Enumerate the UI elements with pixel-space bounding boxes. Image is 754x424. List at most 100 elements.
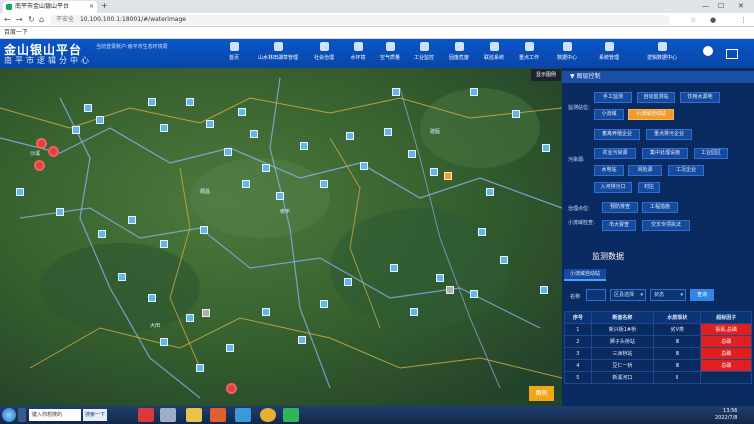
station-marker[interactable] (392, 88, 400, 96)
station-marker[interactable] (242, 180, 250, 188)
station-marker[interactable] (346, 132, 354, 140)
folder-app-icon[interactable] (186, 408, 202, 422)
station-marker[interactable] (250, 130, 258, 138)
highlight-station-marker[interactable] (444, 172, 452, 180)
chrome-app-icon[interactable] (260, 408, 276, 422)
chip-livestock[interactable]: 畜禽养殖企业 (594, 129, 640, 140)
browser-menu-icon[interactable]: ⋮ (740, 15, 747, 25)
chip-village[interactable]: 村庄 (638, 182, 660, 193)
station-marker[interactable] (238, 108, 246, 116)
new-tab-button[interactable]: + (101, 1, 108, 11)
nav-ecology[interactable]: 山水林田湖草管理 (256, 42, 300, 66)
home-icon[interactable]: ⌂ (39, 14, 44, 26)
station-marker[interactable] (298, 336, 306, 344)
chip-operating-enterprise[interactable]: 工况企业 (668, 165, 704, 176)
alert-cluster-marker[interactable] (48, 146, 59, 157)
profile-icon[interactable]: ● (710, 15, 716, 25)
chip-engineering[interactable]: 工程措施 (642, 202, 678, 213)
station-marker[interactable] (56, 208, 64, 216)
station-marker[interactable] (206, 120, 214, 128)
station-marker[interactable] (360, 162, 368, 170)
wechat-app-icon[interactable] (283, 408, 299, 422)
chip-key-polluter[interactable]: 重点排污企业 (646, 129, 692, 140)
back-icon[interactable]: ← (4, 14, 11, 26)
alert-cluster-marker[interactable] (36, 138, 47, 149)
task-view-icon[interactable] (18, 408, 26, 422)
station-marker[interactable] (320, 300, 328, 308)
file-app-icon[interactable] (160, 408, 176, 422)
url-input[interactable]: 不安全 10.100.100.1:18001/#/waterimage (50, 15, 670, 25)
station-marker[interactable] (160, 124, 168, 132)
station-marker[interactable] (540, 286, 548, 294)
ie-app-icon[interactable] (235, 408, 251, 422)
alert-cluster-marker[interactable] (34, 160, 45, 171)
chip-manual-monitoring[interactable]: 手工监测 (594, 92, 632, 103)
chip-small-basin[interactable]: 小流域 (594, 109, 624, 120)
station-marker[interactable] (84, 104, 92, 112)
bookmark-star-icon[interactable]: ☆ (690, 15, 696, 25)
station-marker[interactable] (196, 364, 204, 372)
chip-hydropower[interactable]: 水电站 (594, 165, 624, 176)
close-tab-icon[interactable]: ✕ (89, 1, 94, 13)
station-marker[interactable] (16, 188, 24, 196)
station-marker[interactable] (128, 216, 136, 224)
window-close-icon[interactable]: ✕ (738, 0, 744, 12)
start-button[interactable] (2, 408, 16, 422)
station-marker[interactable] (542, 144, 550, 152)
station-marker[interactable] (410, 308, 418, 316)
show-legend-button[interactable]: 显示图例 (531, 69, 561, 81)
name-input[interactable] (586, 289, 606, 301)
chip-risk-source[interactable]: 风险源 (628, 165, 662, 176)
station-marker[interactable] (300, 142, 308, 150)
browser-tab[interactable]: 南平市金山银山平台 ✕ (3, 1, 97, 13)
tab-basin-auto-station[interactable]: 小流域自动站 (564, 269, 606, 281)
table-row[interactable]: 5 新溪河口 Ⅱ (564, 371, 752, 384)
nav-data-center[interactable]: 数据中心 (545, 42, 589, 66)
wps-app-icon[interactable] (138, 408, 154, 422)
station-marker[interactable] (72, 126, 80, 134)
bookmark-baidu[interactable]: 百度一下 (4, 29, 28, 36)
maximize-icon[interactable]: ☐ (718, 0, 724, 12)
chip-industrial-park[interactable]: 工业园区 (694, 148, 728, 159)
station-marker[interactable] (408, 150, 416, 158)
chip-prevention-check[interactable]: 预防排查 (602, 202, 638, 213)
table-row[interactable]: 3 三洲桥站 Ⅲ 总磷 (564, 347, 752, 360)
station-marker[interactable] (118, 273, 126, 281)
station-marker[interactable] (226, 344, 234, 352)
nav-logic-data[interactable]: 逻辑数据中心 (640, 42, 684, 66)
station-marker[interactable] (148, 98, 156, 106)
reload-icon[interactable]: ↻ (28, 14, 35, 26)
station-marker[interactable] (224, 148, 232, 156)
station-marker[interactable] (262, 164, 270, 172)
station-marker[interactable] (478, 228, 486, 236)
office-app-icon[interactable] (210, 408, 226, 422)
forward-icon[interactable]: → (16, 14, 23, 26)
station-marker[interactable] (486, 188, 494, 196)
status-select[interactable]: 状态 ▾ (650, 289, 686, 301)
taskbar-search-input[interactable]: 键入你想搜的 (29, 409, 81, 421)
station-marker[interactable] (390, 264, 398, 272)
chip-cross-enforcement[interactable]: 交叉专项执法 (642, 220, 690, 231)
chip-basin-auto-station[interactable]: 小流域自动站 (628, 109, 674, 120)
layer-control-header[interactable]: ▼ 图层控制 (562, 71, 754, 83)
district-select[interactable]: 区县选择 ▾ (610, 289, 646, 301)
chip-drinking-water[interactable]: 饮用水源地 (680, 92, 720, 103)
fullscreen-icon[interactable] (726, 49, 738, 59)
satellite-map[interactable]: 沙溪 大田 南平 建瓯 顺昌 显示图例 图例 (0, 68, 562, 406)
table-row[interactable]: 4 豆仁一桥 Ⅲ 总磷 (564, 359, 752, 372)
taskbar-search-button[interactable]: 搜索一下 (83, 409, 107, 421)
station-marker[interactable] (200, 226, 208, 234)
table-row[interactable]: 1 新兴街1#桥 劣Ⅴ类 氨氮,总磷 (564, 323, 752, 336)
alert-cluster-marker[interactable] (226, 383, 237, 394)
legend-button[interactable]: 图例 (529, 386, 554, 401)
station-marker[interactable] (512, 110, 520, 118)
user-avatar-icon[interactable] (703, 46, 713, 56)
nav-system[interactable]: 系统管理 (587, 42, 631, 66)
station-marker[interactable] (470, 290, 478, 298)
minimize-icon[interactable]: — (702, 0, 709, 12)
system-clock[interactable]: 13:56 2022/7/8 (715, 408, 737, 422)
station-marker[interactable] (186, 98, 194, 106)
chip-treatment-facility[interactable]: 集中处理设施 (642, 148, 688, 159)
station-marker[interactable] (500, 256, 508, 264)
station-marker[interactable] (436, 274, 444, 282)
